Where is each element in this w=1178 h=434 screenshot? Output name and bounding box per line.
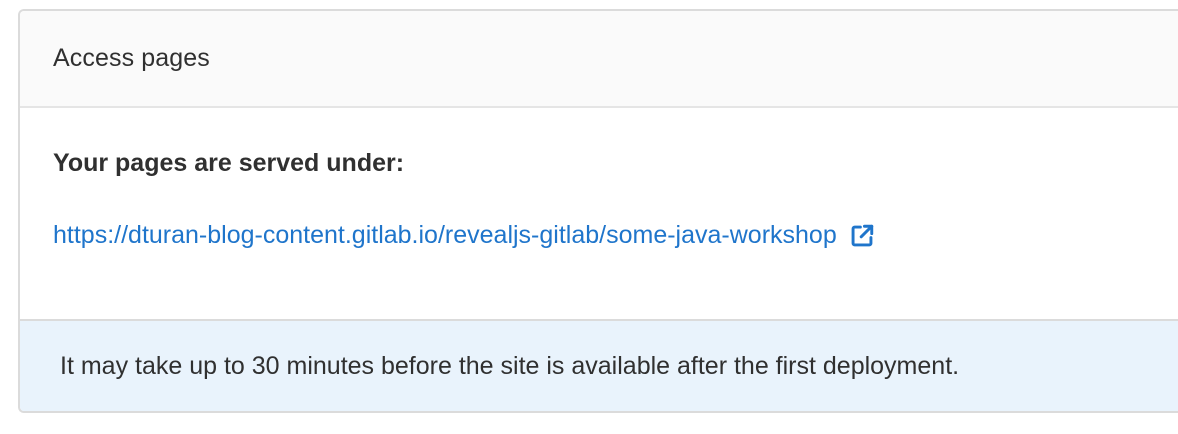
- card-body: Your pages are served under: https://dtu…: [20, 108, 1178, 321]
- served-under-label: Your pages are served under:: [53, 149, 405, 177]
- pages-url-link[interactable]: https://dturan-blog-content.gitlab.io/re…: [53, 221, 875, 250]
- card-title: Access pages: [53, 44, 210, 72]
- external-link-icon[interactable]: [849, 223, 875, 249]
- deployment-note: It may take up to 30 minutes before the …: [60, 351, 960, 380]
- access-pages-card: Access pages Your pages are served under…: [18, 9, 1178, 413]
- card-header: Access pages: [20, 11, 1178, 108]
- card-footer-note: It may take up to 30 minutes before the …: [20, 319, 1178, 411]
- pages-url-text[interactable]: https://dturan-blog-content.gitlab.io/re…: [53, 221, 837, 250]
